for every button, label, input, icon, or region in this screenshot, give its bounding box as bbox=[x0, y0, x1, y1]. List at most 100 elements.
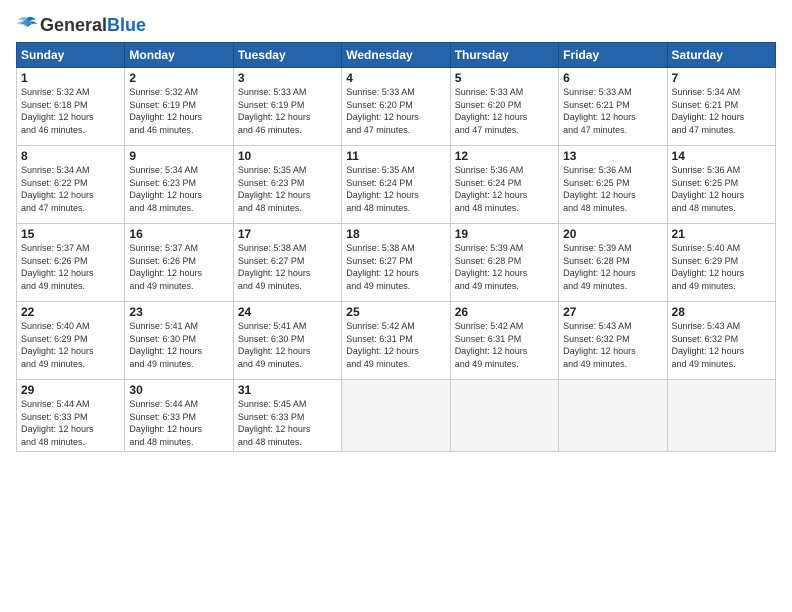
logo-bird-icon bbox=[16, 16, 38, 34]
logo: GeneralBlue bbox=[16, 16, 146, 34]
day-details: Sunrise: 5:32 AM Sunset: 6:19 PM Dayligh… bbox=[129, 86, 228, 136]
calendar-empty-cell bbox=[342, 380, 450, 452]
calendar-day-30: 30 Sunrise: 5:44 AM Sunset: 6:33 PM Dayl… bbox=[125, 380, 233, 452]
calendar-day-25: 25 Sunrise: 5:42 AM Sunset: 6:31 PM Dayl… bbox=[342, 302, 450, 380]
day-details: Sunrise: 5:33 AM Sunset: 6:20 PM Dayligh… bbox=[346, 86, 445, 136]
calendar-week-row-2: 8 Sunrise: 5:34 AM Sunset: 6:22 PM Dayli… bbox=[17, 146, 776, 224]
day-details: Sunrise: 5:38 AM Sunset: 6:27 PM Dayligh… bbox=[346, 242, 445, 292]
day-details: Sunrise: 5:44 AM Sunset: 6:33 PM Dayligh… bbox=[129, 398, 228, 448]
calendar-day-22: 22 Sunrise: 5:40 AM Sunset: 6:29 PM Dayl… bbox=[17, 302, 125, 380]
day-details: Sunrise: 5:37 AM Sunset: 6:26 PM Dayligh… bbox=[129, 242, 228, 292]
header: GeneralBlue bbox=[16, 16, 776, 34]
calendar-day-19: 19 Sunrise: 5:39 AM Sunset: 6:28 PM Dayl… bbox=[450, 224, 558, 302]
day-number: 4 bbox=[346, 71, 445, 85]
calendar-day-23: 23 Sunrise: 5:41 AM Sunset: 6:30 PM Dayl… bbox=[125, 302, 233, 380]
calendar-day-26: 26 Sunrise: 5:42 AM Sunset: 6:31 PM Dayl… bbox=[450, 302, 558, 380]
day-details: Sunrise: 5:36 AM Sunset: 6:25 PM Dayligh… bbox=[672, 164, 771, 214]
calendar-day-7: 7 Sunrise: 5:34 AM Sunset: 6:21 PM Dayli… bbox=[667, 68, 775, 146]
calendar-day-8: 8 Sunrise: 5:34 AM Sunset: 6:22 PM Dayli… bbox=[17, 146, 125, 224]
calendar-week-row-5: 29 Sunrise: 5:44 AM Sunset: 6:33 PM Dayl… bbox=[17, 380, 776, 452]
calendar-week-row-1: 1 Sunrise: 5:32 AM Sunset: 6:18 PM Dayli… bbox=[17, 68, 776, 146]
day-number: 31 bbox=[238, 383, 337, 397]
day-number: 19 bbox=[455, 227, 554, 241]
day-number: 1 bbox=[21, 71, 120, 85]
weekday-header-friday: Friday bbox=[559, 43, 667, 68]
day-details: Sunrise: 5:42 AM Sunset: 6:31 PM Dayligh… bbox=[455, 320, 554, 370]
day-number: 26 bbox=[455, 305, 554, 319]
page: GeneralBlue SundayMondayTuesdayWednesday… bbox=[0, 0, 792, 612]
day-number: 6 bbox=[563, 71, 662, 85]
day-number: 7 bbox=[672, 71, 771, 85]
day-number: 3 bbox=[238, 71, 337, 85]
day-details: Sunrise: 5:34 AM Sunset: 6:23 PM Dayligh… bbox=[129, 164, 228, 214]
day-details: Sunrise: 5:37 AM Sunset: 6:26 PM Dayligh… bbox=[21, 242, 120, 292]
calendar-empty-cell bbox=[450, 380, 558, 452]
calendar-day-9: 9 Sunrise: 5:34 AM Sunset: 6:23 PM Dayli… bbox=[125, 146, 233, 224]
day-details: Sunrise: 5:33 AM Sunset: 6:19 PM Dayligh… bbox=[238, 86, 337, 136]
calendar-day-12: 12 Sunrise: 5:36 AM Sunset: 6:24 PM Dayl… bbox=[450, 146, 558, 224]
day-details: Sunrise: 5:36 AM Sunset: 6:25 PM Dayligh… bbox=[563, 164, 662, 214]
day-details: Sunrise: 5:41 AM Sunset: 6:30 PM Dayligh… bbox=[238, 320, 337, 370]
day-number: 15 bbox=[21, 227, 120, 241]
day-number: 11 bbox=[346, 149, 445, 163]
weekday-header-tuesday: Tuesday bbox=[233, 43, 341, 68]
day-number: 5 bbox=[455, 71, 554, 85]
calendar-day-11: 11 Sunrise: 5:35 AM Sunset: 6:24 PM Dayl… bbox=[342, 146, 450, 224]
calendar-table: SundayMondayTuesdayWednesdayThursdayFrid… bbox=[16, 42, 776, 452]
calendar-week-row-3: 15 Sunrise: 5:37 AM Sunset: 6:26 PM Dayl… bbox=[17, 224, 776, 302]
day-details: Sunrise: 5:45 AM Sunset: 6:33 PM Dayligh… bbox=[238, 398, 337, 448]
day-number: 30 bbox=[129, 383, 228, 397]
day-details: Sunrise: 5:40 AM Sunset: 6:29 PM Dayligh… bbox=[672, 242, 771, 292]
calendar-day-14: 14 Sunrise: 5:36 AM Sunset: 6:25 PM Dayl… bbox=[667, 146, 775, 224]
weekday-header-thursday: Thursday bbox=[450, 43, 558, 68]
day-details: Sunrise: 5:42 AM Sunset: 6:31 PM Dayligh… bbox=[346, 320, 445, 370]
day-number: 14 bbox=[672, 149, 771, 163]
weekday-header-saturday: Saturday bbox=[667, 43, 775, 68]
day-number: 16 bbox=[129, 227, 228, 241]
day-details: Sunrise: 5:33 AM Sunset: 6:21 PM Dayligh… bbox=[563, 86, 662, 136]
day-number: 21 bbox=[672, 227, 771, 241]
calendar-day-5: 5 Sunrise: 5:33 AM Sunset: 6:20 PM Dayli… bbox=[450, 68, 558, 146]
day-details: Sunrise: 5:44 AM Sunset: 6:33 PM Dayligh… bbox=[21, 398, 120, 448]
calendar-day-4: 4 Sunrise: 5:33 AM Sunset: 6:20 PM Dayli… bbox=[342, 68, 450, 146]
day-number: 18 bbox=[346, 227, 445, 241]
calendar-day-13: 13 Sunrise: 5:36 AM Sunset: 6:25 PM Dayl… bbox=[559, 146, 667, 224]
day-details: Sunrise: 5:34 AM Sunset: 6:21 PM Dayligh… bbox=[672, 86, 771, 136]
day-number: 27 bbox=[563, 305, 662, 319]
day-number: 8 bbox=[21, 149, 120, 163]
calendar-header-row: SundayMondayTuesdayWednesdayThursdayFrid… bbox=[17, 43, 776, 68]
day-number: 10 bbox=[238, 149, 337, 163]
day-details: Sunrise: 5:41 AM Sunset: 6:30 PM Dayligh… bbox=[129, 320, 228, 370]
day-details: Sunrise: 5:35 AM Sunset: 6:23 PM Dayligh… bbox=[238, 164, 337, 214]
day-number: 12 bbox=[455, 149, 554, 163]
calendar-week-row-4: 22 Sunrise: 5:40 AM Sunset: 6:29 PM Dayl… bbox=[17, 302, 776, 380]
calendar-day-3: 3 Sunrise: 5:33 AM Sunset: 6:19 PM Dayli… bbox=[233, 68, 341, 146]
day-number: 25 bbox=[346, 305, 445, 319]
day-details: Sunrise: 5:43 AM Sunset: 6:32 PM Dayligh… bbox=[672, 320, 771, 370]
day-number: 28 bbox=[672, 305, 771, 319]
calendar-day-31: 31 Sunrise: 5:45 AM Sunset: 6:33 PM Dayl… bbox=[233, 380, 341, 452]
day-details: Sunrise: 5:40 AM Sunset: 6:29 PM Dayligh… bbox=[21, 320, 120, 370]
day-number: 24 bbox=[238, 305, 337, 319]
calendar-day-28: 28 Sunrise: 5:43 AM Sunset: 6:32 PM Dayl… bbox=[667, 302, 775, 380]
calendar-day-2: 2 Sunrise: 5:32 AM Sunset: 6:19 PM Dayli… bbox=[125, 68, 233, 146]
calendar-empty-cell bbox=[559, 380, 667, 452]
day-number: 29 bbox=[21, 383, 120, 397]
calendar-day-6: 6 Sunrise: 5:33 AM Sunset: 6:21 PM Dayli… bbox=[559, 68, 667, 146]
day-details: Sunrise: 5:36 AM Sunset: 6:24 PM Dayligh… bbox=[455, 164, 554, 214]
calendar-day-20: 20 Sunrise: 5:39 AM Sunset: 6:28 PM Dayl… bbox=[559, 224, 667, 302]
calendar-day-10: 10 Sunrise: 5:35 AM Sunset: 6:23 PM Dayl… bbox=[233, 146, 341, 224]
day-details: Sunrise: 5:38 AM Sunset: 6:27 PM Dayligh… bbox=[238, 242, 337, 292]
day-details: Sunrise: 5:39 AM Sunset: 6:28 PM Dayligh… bbox=[455, 242, 554, 292]
day-number: 9 bbox=[129, 149, 228, 163]
day-number: 23 bbox=[129, 305, 228, 319]
day-number: 13 bbox=[563, 149, 662, 163]
calendar-day-27: 27 Sunrise: 5:43 AM Sunset: 6:32 PM Dayl… bbox=[559, 302, 667, 380]
day-details: Sunrise: 5:34 AM Sunset: 6:22 PM Dayligh… bbox=[21, 164, 120, 214]
day-details: Sunrise: 5:32 AM Sunset: 6:18 PM Dayligh… bbox=[21, 86, 120, 136]
day-number: 22 bbox=[21, 305, 120, 319]
weekday-header-sunday: Sunday bbox=[17, 43, 125, 68]
calendar-day-1: 1 Sunrise: 5:32 AM Sunset: 6:18 PM Dayli… bbox=[17, 68, 125, 146]
day-details: Sunrise: 5:35 AM Sunset: 6:24 PM Dayligh… bbox=[346, 164, 445, 214]
calendar-day-21: 21 Sunrise: 5:40 AM Sunset: 6:29 PM Dayl… bbox=[667, 224, 775, 302]
